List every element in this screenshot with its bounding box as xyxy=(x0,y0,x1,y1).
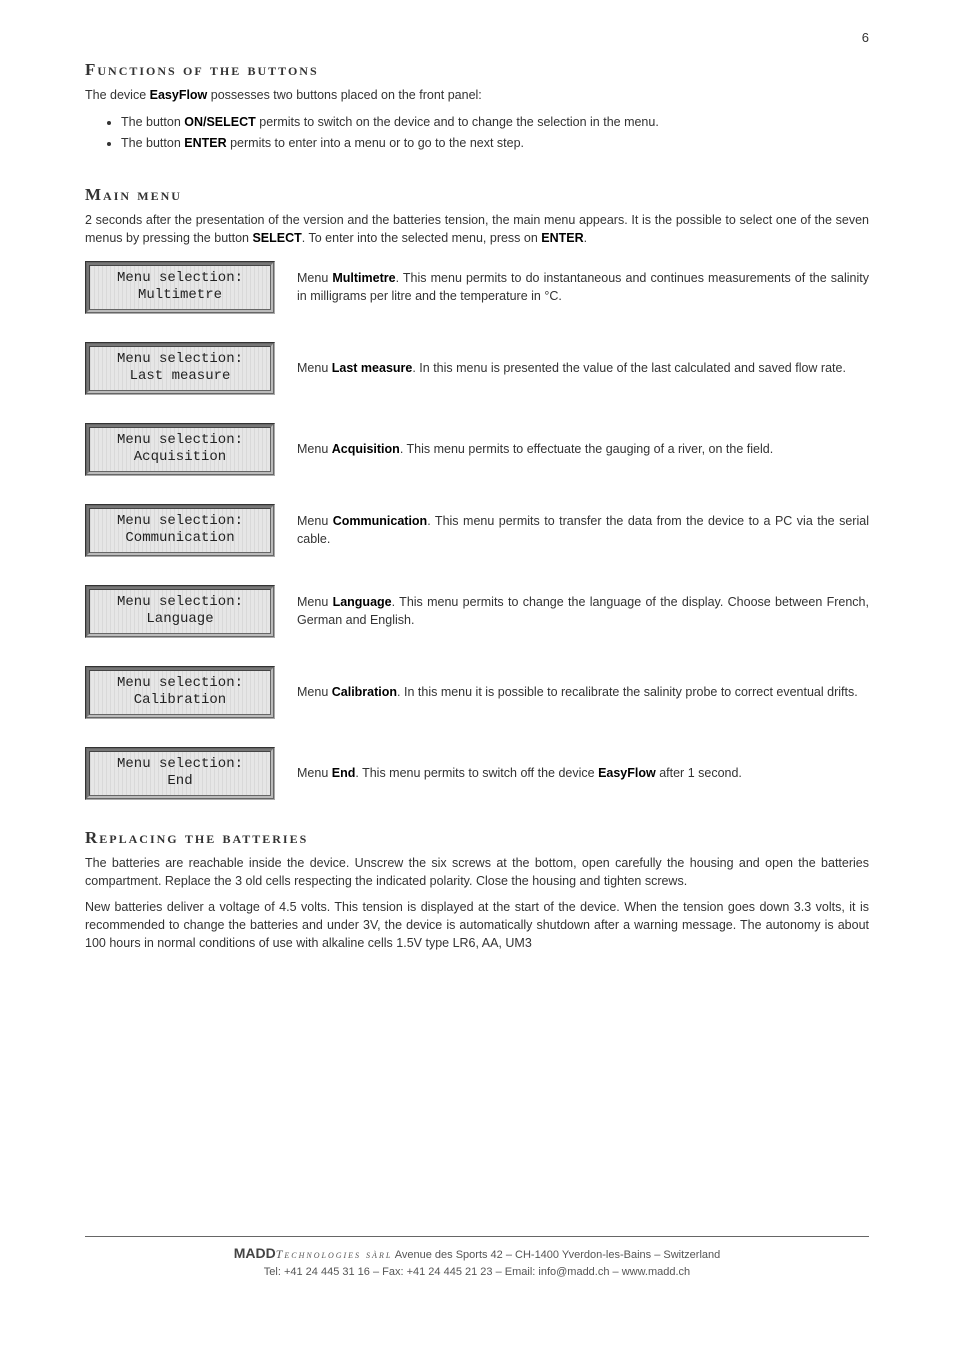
text: after 1 second. xyxy=(656,766,742,780)
menu-description: Menu Calibration. In this menu it is pos… xyxy=(297,683,869,701)
lcd-line-2: Language xyxy=(92,611,268,629)
text-bold: ENTER xyxy=(184,136,226,150)
text-bold: Communication xyxy=(333,514,427,528)
menu-row: Menu selection:CalibrationMenu Calibrati… xyxy=(85,666,869,719)
lcd-line-2: Acquisition xyxy=(92,449,268,467)
lcd-line-1: Menu selection: xyxy=(92,270,268,288)
text: Menu xyxy=(297,595,333,609)
text: The device xyxy=(85,88,150,102)
lcd-line-2: Communication xyxy=(92,530,268,548)
text: Menu xyxy=(297,766,332,780)
lcd-line-2: Calibration xyxy=(92,692,268,710)
text: Menu xyxy=(297,442,332,456)
lcd-display: Menu selection:Language xyxy=(85,585,275,638)
bullet-item: The button ON/SELECT permits to switch o… xyxy=(121,112,869,133)
menu-row: Menu selection:LanguageMenu Language. Th… xyxy=(85,585,869,638)
text: The button xyxy=(121,136,184,150)
text-bold: ON/SELECT xyxy=(184,115,256,129)
text-bold: ENTER xyxy=(541,231,583,245)
lcd-line-2: Last measure xyxy=(92,368,268,386)
text: . This menu permits to switch off the de… xyxy=(355,766,598,780)
batteries-p1: The batteries are reachable inside the d… xyxy=(85,854,869,890)
text: Menu xyxy=(297,514,333,528)
text: Menu xyxy=(297,271,332,285)
text-bold: Last measure xyxy=(332,361,413,375)
lcd-line-1: Menu selection: xyxy=(92,675,268,693)
lcd-display: Menu selection:Communication xyxy=(85,504,275,557)
text: . In this menu is presented the value of… xyxy=(412,361,846,375)
text: . In this menu it is possible to recalib… xyxy=(397,685,858,699)
text-bold: End xyxy=(332,766,356,780)
menu-description: Menu Last measure. In this menu is prese… xyxy=(297,359,869,377)
functions-bullet-list: The button ON/SELECT permits to switch o… xyxy=(103,112,869,155)
footer-rule xyxy=(85,1236,869,1237)
footer-tech: Technologies sàrl xyxy=(276,1247,393,1261)
text: The button xyxy=(121,115,184,129)
lcd-line-2: End xyxy=(92,773,268,791)
page-footer: MADDTechnologies sàrl Avenue des Sports … xyxy=(85,1236,869,1281)
heading-functions: Functions of the buttons xyxy=(85,60,869,80)
footer-content: MADDTechnologies sàrl Avenue des Sports … xyxy=(85,1243,869,1281)
text: . This menu permits to effectuate the ga… xyxy=(400,442,773,456)
lcd-line-1: Menu selection: xyxy=(92,594,268,612)
text: Menu xyxy=(297,685,332,699)
menu-description: Menu Language. This menu permits to chan… xyxy=(297,593,869,629)
functions-intro: The device EasyFlow possesses two button… xyxy=(85,86,869,104)
lcd-display: Menu selection:Multimetre xyxy=(85,261,275,314)
page: 6 Functions of the buttons The device Ea… xyxy=(0,0,954,1350)
heading-batteries: Replacing the batteries xyxy=(85,828,869,848)
text: permits to switch on the device and to c… xyxy=(256,115,659,129)
text: possesses two buttons placed on the fron… xyxy=(207,88,481,102)
lcd-display: Menu selection:Calibration xyxy=(85,666,275,719)
text-bold: EasyFlow xyxy=(598,766,656,780)
menu-row: Menu selection:EndMenu End. This menu pe… xyxy=(85,747,869,800)
menu-row: Menu selection:Last measureMenu Last mea… xyxy=(85,342,869,395)
footer-contact: Tel: +41 24 445 31 16 – Fax: +41 24 445 … xyxy=(264,1266,690,1278)
lcd-line-2: Multimetre xyxy=(92,287,268,305)
text-bold: Calibration xyxy=(332,685,397,699)
text: permits to enter into a menu or to go to… xyxy=(227,136,524,150)
main-menu-paragraph: 2 seconds after the presentation of the … xyxy=(85,211,869,247)
lcd-line-1: Menu selection: xyxy=(92,513,268,531)
lcd-line-1: Menu selection: xyxy=(92,351,268,369)
menu-row: Menu selection:MultimetreMenu Multimetre… xyxy=(85,261,869,314)
footer-address: Avenue des Sports 42 – CH-1400 Yverdon-l… xyxy=(392,1249,720,1261)
lcd-line-1: Menu selection: xyxy=(92,756,268,774)
menu-description: Menu Multimetre. This menu permits to do… xyxy=(297,269,869,305)
page-number: 6 xyxy=(862,30,869,45)
text: . xyxy=(584,231,587,245)
text-bold: SELECT xyxy=(252,231,301,245)
lcd-display: Menu selection:End xyxy=(85,747,275,800)
menu-row: Menu selection:CommunicationMenu Communi… xyxy=(85,504,869,557)
menu-rows-container: Menu selection:MultimetreMenu Multimetre… xyxy=(85,261,869,800)
batteries-p2: New batteries deliver a voltage of 4.5 v… xyxy=(85,898,869,952)
text-bold: EasyFlow xyxy=(150,88,208,102)
bullet-item: The button ENTER permits to enter into a… xyxy=(121,133,869,154)
heading-main-menu: Main menu xyxy=(85,185,869,205)
menu-description: Menu Acquisition. This menu permits to e… xyxy=(297,440,869,458)
text-bold: Language xyxy=(333,595,392,609)
menu-description: Menu Communication. This menu permits to… xyxy=(297,512,869,548)
text-bold: Multimetre xyxy=(332,271,395,285)
menu-description: Menu End. This menu permits to switch of… xyxy=(297,764,869,782)
lcd-line-1: Menu selection: xyxy=(92,432,268,450)
text: Menu xyxy=(297,361,332,375)
text: . To enter into the selected menu, press… xyxy=(302,231,542,245)
lcd-display: Menu selection:Acquisition xyxy=(85,423,275,476)
text-bold: Acquisition xyxy=(332,442,400,456)
lcd-display: Menu selection:Last measure xyxy=(85,342,275,395)
menu-row: Menu selection:AcquisitionMenu Acquisiti… xyxy=(85,423,869,476)
footer-brand: MADD xyxy=(234,1245,276,1261)
